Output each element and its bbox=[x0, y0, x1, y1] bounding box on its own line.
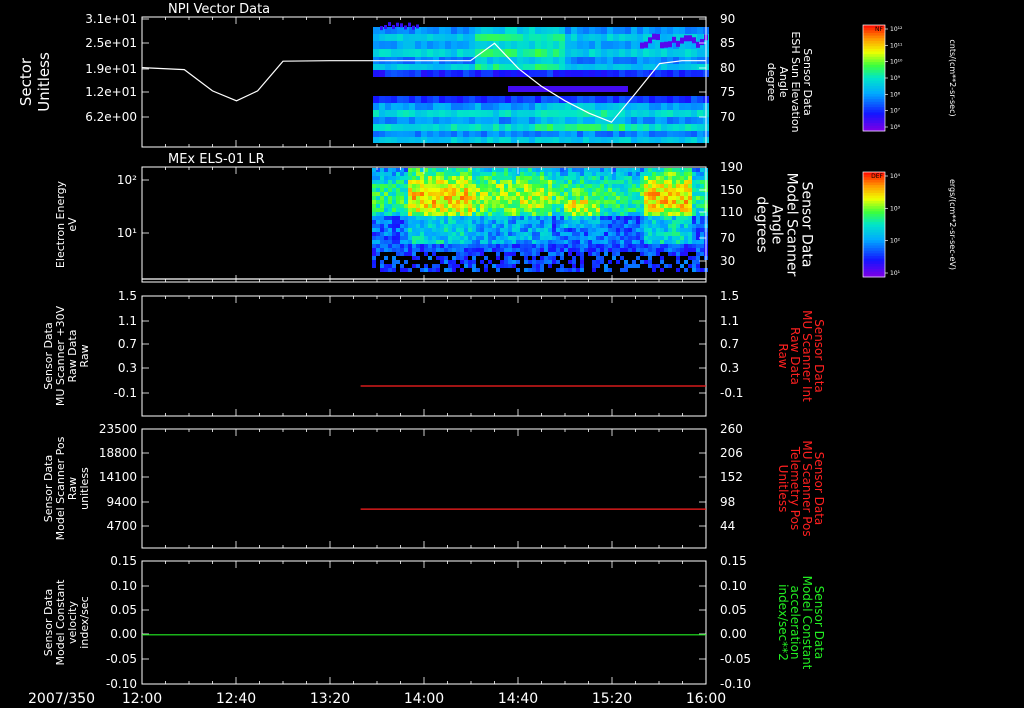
colorbar-tag: DEF bbox=[871, 173, 883, 180]
y-tick-label: 0.05 bbox=[110, 603, 137, 617]
y-axis-label: eV bbox=[66, 217, 79, 232]
y2-tick-label: 206 bbox=[720, 446, 743, 460]
y-axis-label: Raw bbox=[78, 344, 91, 367]
y2-tick-label: 190 bbox=[720, 160, 743, 174]
colorbar-tick-label: 10¹¹ bbox=[890, 42, 903, 49]
date-label: 2007/350 bbox=[28, 691, 95, 707]
x-tick-label: 14:00 bbox=[404, 691, 444, 707]
colorbar-tick-label: 10¹⁰ bbox=[890, 59, 903, 66]
colorbar-tick-label: 10¹² bbox=[890, 26, 903, 33]
y2-tick-label: -0.1 bbox=[720, 386, 743, 400]
panel-frame bbox=[141, 295, 707, 417]
y-tick-label: -0.05 bbox=[106, 652, 137, 666]
y-tick-label: 4700 bbox=[106, 519, 137, 533]
colorbar-tick-label: 10³ bbox=[890, 205, 901, 212]
y-tick-label: 9400 bbox=[106, 495, 137, 509]
colorbar-def bbox=[862, 171, 888, 278]
y-tick-label: 1.1 bbox=[118, 314, 137, 328]
y-tick-label: 14100 bbox=[99, 470, 137, 484]
y2-tick-label: 85 bbox=[720, 36, 735, 50]
colorbar-tag: NF bbox=[875, 26, 883, 33]
y2-tick-label: 75 bbox=[720, 85, 735, 99]
colorbar-tick-label: 10¹ bbox=[890, 270, 901, 277]
y-tick-label: 18800 bbox=[99, 446, 137, 460]
y2-tick-label: 110 bbox=[720, 205, 743, 219]
y2-tick-label: 0.7 bbox=[720, 337, 739, 351]
colorbar-title: ergs/(cm**2-sr-sec-eV) bbox=[948, 179, 957, 270]
y-tick-label: 0.15 bbox=[110, 554, 137, 568]
y2-tick-label: -0.10 bbox=[720, 677, 751, 691]
x-tick-label: 13:20 bbox=[310, 691, 350, 707]
y2-axis-label: Raw bbox=[776, 343, 790, 368]
colorbar-tick-label: 10⁸ bbox=[890, 91, 901, 98]
chart-canvas: NPI Vector Data 3.1e+01 2.5e+01 1.9e+01 1.2e… bbox=[17, 2, 957, 707]
y2-tick-label: -0.05 bbox=[720, 652, 751, 666]
y2-axis-label: Model Scanner bbox=[784, 173, 800, 277]
panel-title: MEx ELS-01 LR bbox=[168, 152, 265, 167]
colorbar-tick-label: 10⁴ bbox=[890, 173, 901, 180]
y-axis-label: index/sec bbox=[78, 596, 91, 648]
y2-axis-label: degrees bbox=[754, 196, 770, 252]
y2-tick-label: 0.3 bbox=[720, 361, 739, 375]
y2-tick-label: 30 bbox=[720, 254, 735, 268]
y-tick-label: 1.2e+01 bbox=[85, 85, 137, 99]
y-axis-label: Unitless bbox=[35, 52, 53, 112]
y-tick-label: 3.1e+01 bbox=[85, 12, 137, 26]
y-axis-label: Sector bbox=[17, 57, 35, 106]
y-tick-label: -0.10 bbox=[106, 677, 137, 691]
x-tick-label: 12:00 bbox=[122, 691, 162, 707]
y2-tick-label: 0.05 bbox=[720, 603, 747, 617]
y2-tick-label: 0.10 bbox=[720, 579, 747, 593]
y-tick-label: 23500 bbox=[99, 422, 137, 436]
y2-tick-label: 98 bbox=[720, 495, 735, 509]
panel-title: NPI Vector Data bbox=[168, 2, 270, 17]
colorbar-tick-label: 10⁷ bbox=[890, 108, 901, 115]
colorbar-tick-label: 10⁹ bbox=[890, 75, 901, 82]
y-tick-label: 0.7 bbox=[118, 337, 137, 351]
panel-frame bbox=[141, 560, 707, 685]
y2-axis-label: Angle bbox=[769, 205, 785, 245]
y2-axis-label: Sensor Data bbox=[799, 182, 815, 268]
y2-tick-label: 1.1 bbox=[720, 314, 739, 328]
y-tick-label: 2.5e+01 bbox=[85, 36, 137, 50]
x-tick-label: 12:40 bbox=[216, 691, 256, 707]
x-tick-label: 16:00 bbox=[686, 691, 726, 707]
y2-tick-label: 44 bbox=[720, 519, 735, 533]
y-axis-label: unitless bbox=[78, 467, 91, 510]
colorbar-tick-label: 10⁶ bbox=[890, 124, 901, 131]
y2-tick-label: 150 bbox=[720, 183, 743, 197]
x-tick-label: 15:20 bbox=[592, 691, 632, 707]
colorbar-nf bbox=[862, 24, 888, 132]
y2-axis-label: Unitless bbox=[776, 465, 790, 513]
y2-axis-label: degree bbox=[765, 63, 778, 102]
y-tick-label: 0.00 bbox=[110, 627, 137, 641]
panel-frame bbox=[141, 428, 707, 549]
colorbar-tick-label: 10² bbox=[890, 238, 901, 245]
y-tick-label: 10² bbox=[117, 173, 137, 187]
y2-tick-label: 70 bbox=[720, 110, 735, 124]
y2-tick-label: 70 bbox=[720, 231, 735, 245]
y-tick-label: 0.3 bbox=[118, 361, 137, 375]
y-tick-label: 0.10 bbox=[110, 579, 137, 593]
y-tick-label: 1.5 bbox=[118, 289, 137, 303]
y2-tick-label: 152 bbox=[720, 470, 743, 484]
y-tick-label: 1.9e+01 bbox=[85, 62, 137, 76]
y-tick-label: 6.2e+00 bbox=[85, 110, 137, 124]
y2-tick-label: 260 bbox=[720, 422, 743, 436]
y2-tick-label: 90 bbox=[720, 12, 735, 26]
y-tick-label: 10¹ bbox=[117, 226, 137, 240]
y2-axis-label: index/sec**2 bbox=[776, 584, 790, 661]
npi-spectrogram bbox=[373, 22, 709, 143]
y-tick-label: -0.1 bbox=[114, 386, 137, 400]
y2-tick-label: 80 bbox=[720, 61, 735, 75]
x-tick-label: 14:40 bbox=[498, 691, 538, 707]
y2-tick-label: 0.00 bbox=[720, 627, 747, 641]
els-spectrogram bbox=[372, 168, 708, 272]
colorbar-title: cnts/(cm**2-sr-sec) bbox=[948, 39, 957, 116]
y2-tick-label: 1.5 bbox=[720, 289, 739, 303]
y2-tick-label: 0.15 bbox=[720, 554, 747, 568]
